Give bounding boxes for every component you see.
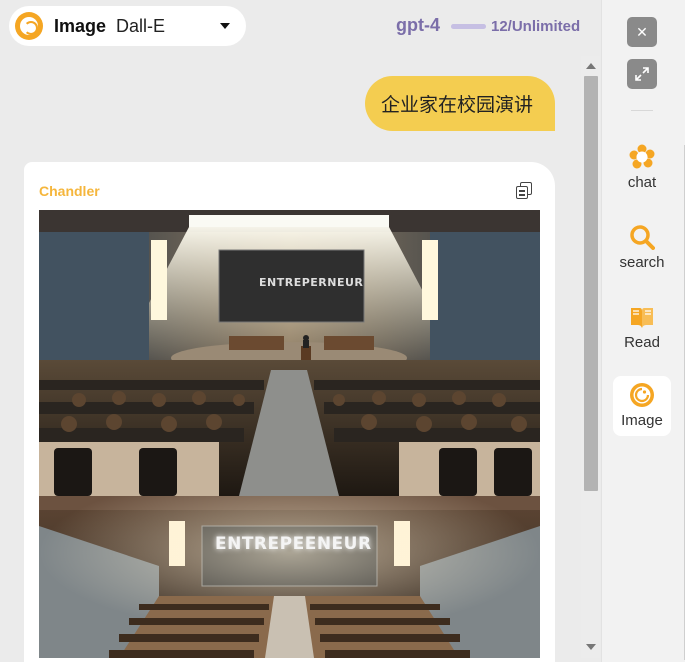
sidebar-item-label: Read <box>624 334 660 351</box>
sidebar-item-chat[interactable]: chat <box>613 138 671 198</box>
copy-icon[interactable] <box>516 182 532 199</box>
chat-icon <box>629 144 655 169</box>
usage-count: 12/Unlimited <box>491 18 581 35</box>
scroll-thumb[interactable] <box>584 76 598 491</box>
model-name: gpt-4 <box>396 15 440 35</box>
sidebar-divider <box>631 110 653 111</box>
search-icon <box>630 225 655 250</box>
close-icon: ✕ <box>636 23 648 40</box>
mode-value: Dall-E <box>116 15 166 36</box>
generated-image[interactable]: ENTREPEENEUR <box>39 496 540 658</box>
scroll-up-icon[interactable] <box>586 63 596 69</box>
usage-bar-fill <box>451 24 486 29</box>
generated-image[interactable]: ENTREPERNEUR <box>39 210 540 496</box>
mode-title: Image <box>54 15 107 36</box>
sidebar-item-label: search <box>619 254 665 271</box>
sidebar-item-search[interactable]: search <box>613 218 671 278</box>
sidebar-item-label: Image <box>621 412 663 429</box>
right-sidebar: ✕ chat search Read Image <box>601 0 685 662</box>
sidebar-item-read[interactable]: Read <box>613 298 671 358</box>
expand-button[interactable] <box>627 59 657 89</box>
mode-selector[interactable]: Image Dall-E <box>9 6 246 46</box>
vertical-scrollbar[interactable] <box>581 56 600 658</box>
caret-down-icon[interactable] <box>220 23 230 29</box>
user-message: 企业家在校园演讲 <box>364 76 555 131</box>
expand-icon <box>635 67 649 81</box>
image-screen-text: ENTREPEENEUR <box>215 534 372 554</box>
palette-icon <box>630 383 654 407</box>
sidebar-item-image[interactable]: Image <box>613 376 671 436</box>
scroll-down-icon[interactable] <box>586 644 596 650</box>
palette-logo-icon <box>15 12 43 40</box>
assistant-name: Chandler <box>39 183 100 199</box>
close-button[interactable]: ✕ <box>627 17 657 47</box>
sidebar-item-label: chat <box>627 174 657 191</box>
assistant-message: Chandler ENTREPERNEUR ENTREPEENEUR <box>24 162 555 662</box>
image-screen-text: ENTREPERNEUR <box>259 276 364 289</box>
chat-main-area: Image Dall-E gpt-4 12/Unlimited 企业家在校园演讲… <box>0 0 601 662</box>
book-icon <box>631 308 653 328</box>
usage-bar <box>451 24 486 29</box>
